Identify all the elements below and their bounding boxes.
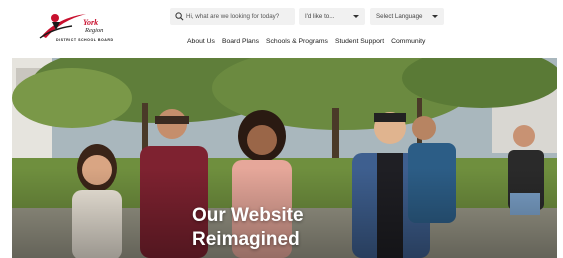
search-input[interactable] [184, 13, 294, 20]
logo-york-text: York [83, 18, 99, 27]
nav-item-community[interactable]: Community [391, 38, 425, 45]
hero-headline-line2: Reimagined [192, 229, 300, 250]
nav-item-board-plans[interactable]: Board Plans [222, 38, 259, 45]
select-language-label: Select Language [376, 13, 423, 20]
logo-swoosh-icon [39, 14, 86, 39]
logo-region-text: Region [85, 27, 104, 34]
id-like-to-dropdown[interactable]: I'd like to... [299, 8, 365, 25]
york-region-logo[interactable]: York Region DISTRICT SCHOOL BOARD [38, 8, 116, 46]
hero-headline: Our Website Reimagined [192, 204, 304, 252]
hero-headline-line1: Our Website [192, 205, 304, 226]
nav-item-about-us[interactable]: About Us [187, 38, 215, 45]
search-bar[interactable] [170, 8, 295, 25]
chevron-down-icon [353, 15, 359, 18]
nav-item-schools-programs[interactable]: Schools & Programs [266, 38, 328, 45]
id-like-to-label: I'd like to... [305, 13, 335, 20]
chevron-down-icon [432, 15, 438, 18]
hero-banner: Our Website Reimagined [12, 58, 557, 258]
nav-item-student-support[interactable]: Student Support [335, 38, 384, 45]
search-icon [175, 12, 184, 21]
logo-subtitle: DISTRICT SCHOOL BOARD [56, 38, 114, 42]
select-language-dropdown[interactable]: Select Language [370, 8, 444, 25]
main-navigation: About Us Board Plans Schools & Programs … [187, 38, 432, 45]
